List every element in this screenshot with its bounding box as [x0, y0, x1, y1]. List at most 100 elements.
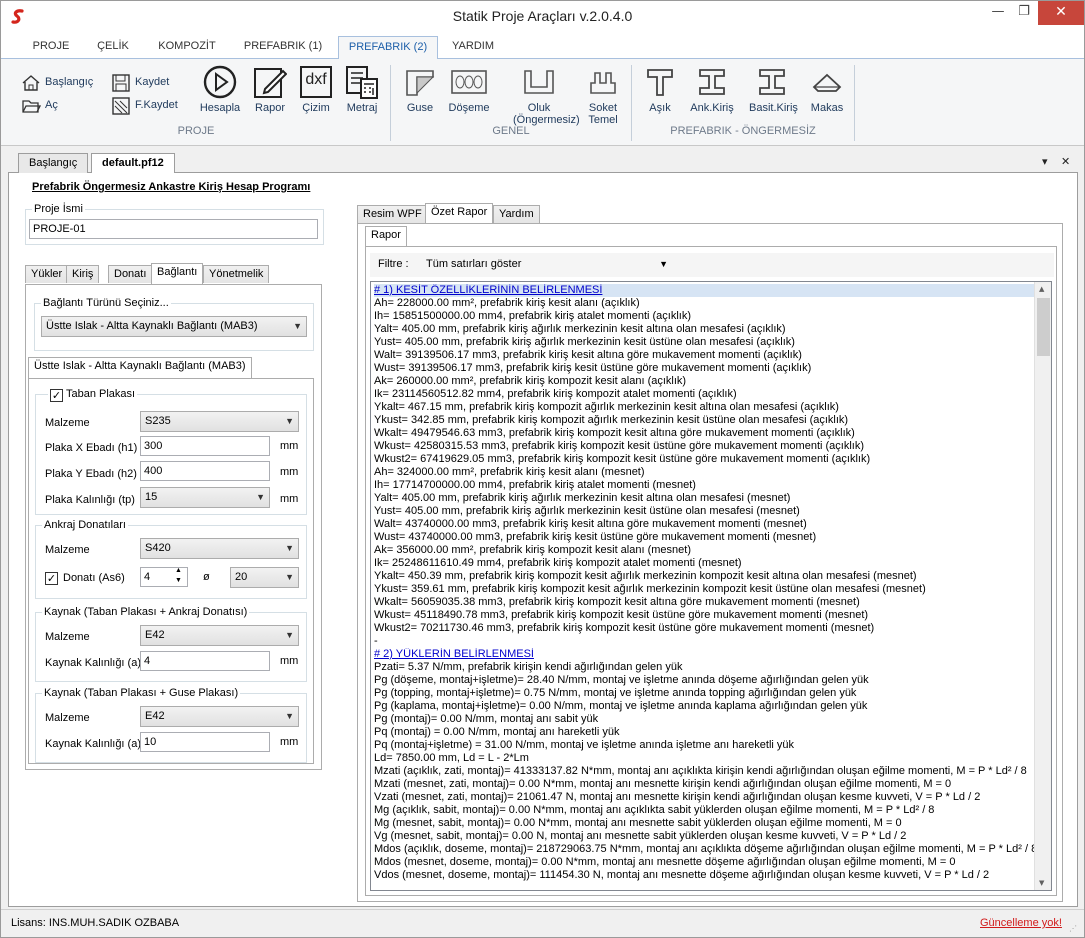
- inner-tab-strip: Üstte Islak - Altta Kaynaklı Bağlantı (M…: [28, 357, 268, 378]
- rapor-button[interactable]: Rapor: [253, 65, 287, 123]
- ac-button[interactable]: Aç: [21, 96, 81, 114]
- tab-resim-wpf[interactable]: Resim WPF: [357, 205, 428, 223]
- guse-button[interactable]: Guse: [405, 67, 435, 125]
- kaydet-button[interactable]: Kaydet: [111, 73, 185, 92]
- hesapla-button[interactable]: Hesapla: [200, 65, 240, 123]
- report-line: Pg (kaplama, montaj+işletme)= 0.00 N/mm,…: [374, 700, 868, 712]
- report-line: Mdos (mesnet, doseme, montaj)= 0.00 N*mm…: [374, 856, 956, 868]
- report-line: Mg (mesnet, sabit, montaj)= 0.00 N*mm, m…: [374, 817, 902, 829]
- kaynak1-malzeme-select[interactable]: E42 ▼: [140, 625, 299, 646]
- doc-tab-default[interactable]: default.pf12: [91, 153, 175, 174]
- save-icon: [112, 74, 130, 92]
- tab-mab3[interactable]: Üstte Islak - Altta Kaynaklı Bağlantı (M…: [28, 357, 252, 378]
- minimize-button[interactable]: —: [985, 1, 1011, 25]
- report-line: Wkust2= 67419629.05 mm3, prefabrik kiriş…: [374, 453, 871, 465]
- close-tab-icon[interactable]: ✕: [1061, 155, 1070, 168]
- scroll-thumb[interactable]: [1037, 298, 1050, 356]
- makas-button[interactable]: Makas: [811, 67, 843, 125]
- tab-yardim[interactable]: Yardım: [493, 205, 540, 223]
- report-scrollbar[interactable]: ▲ ▼: [1034, 282, 1051, 890]
- tab-donati[interactable]: Donatı: [108, 265, 153, 283]
- report-line: Wust= 39139506.17 mm3, prefabrik kiriş k…: [374, 362, 812, 374]
- ribbon-tab-prefabrik-1[interactable]: PREFABRIK (1): [235, 36, 331, 59]
- donati-checkbox[interactable]: ✓: [45, 572, 58, 585]
- calculator-icon: [346, 66, 378, 99]
- report-line: Wkust= 45118490.78 mm3, prefabrik kiriş …: [374, 609, 869, 621]
- tab-yukler[interactable]: Yükler: [25, 265, 69, 283]
- asik-button[interactable]: Aşık: [647, 67, 673, 125]
- scroll-down-icon[interactable]: ▼: [1039, 879, 1044, 887]
- chevron-down-icon: ▼: [285, 416, 294, 426]
- proje-isim-input[interactable]: PROJE-01: [29, 219, 318, 239]
- kaynak2-malzeme-select[interactable]: E42 ▼: [140, 706, 299, 727]
- scroll-up-icon[interactable]: ▲: [1039, 285, 1044, 293]
- report-line: Wust= 43740000.00 mm3, prefabrik kiriş k…: [374, 531, 817, 543]
- ribbon-tab-prefabrik-2[interactable]: PREFABRIK (2): [338, 36, 438, 60]
- taban-plakasi-checkbox[interactable]: ✓: [50, 389, 63, 402]
- report-line: Pq (montaj) = 0.00 N/mm, montaj anı hare…: [374, 726, 620, 738]
- group-label-genel: GENEL: [492, 125, 530, 137]
- maximize-button[interactable]: ❐: [1011, 1, 1037, 25]
- filter-select[interactable]: Tüm satırları göster ▼: [422, 254, 672, 275]
- ankraj-group: Ankraj Donatıları Malzeme S420 ▼ ✓ Donatı…: [35, 519, 307, 599]
- ankraj-malzeme-select[interactable]: S420 ▼: [140, 538, 299, 559]
- document-tabs: Başlangıç default.pf12 ▾ ✕: [8, 151, 1078, 174]
- report-line: Pg (topping, montaj+işletme)= 0.75 N/mm,…: [374, 687, 857, 699]
- group-label-prefabrik: PREFABRIK - ÖNGERMESİZ: [670, 125, 816, 137]
- report-line: Ykust= 342.85 mm, prefabrik kiriş kompoz…: [374, 414, 849, 426]
- tab-yonetmelik[interactable]: Yönetmelik: [203, 265, 270, 283]
- proje-isim-group: Proje İsmi PROJE-01: [25, 203, 324, 245]
- report-line: Yust= 405.00 mm, prefabrik kiriş ağırlık…: [374, 505, 800, 517]
- report-line: Mzati (mesnet, zati, montaj)= 0.00 N*mm,…: [374, 778, 952, 790]
- kaynak1-group: Kaynak (Taban Plakası + Ankraj Donatısı)…: [35, 606, 307, 682]
- report-line: Walt= 39139506.17 mm3, prefabrik kiriş k…: [374, 349, 802, 361]
- doc-tab-baslangic[interactable]: Başlangıç: [18, 153, 89, 173]
- kaynak2-group: Kaynak (Taban Plakası + Guse Plakası) Ma…: [35, 687, 307, 763]
- tab-kiris[interactable]: Kiriş: [66, 265, 100, 283]
- donati-cap-select[interactable]: 20 ▼: [230, 567, 299, 588]
- oluk-button[interactable]: Oluk (Öngermesiz): [513, 67, 580, 126]
- ribbon-tab-yardim[interactable]: YARDIM: [444, 36, 502, 59]
- close-window-button[interactable]: ✕: [1038, 1, 1084, 25]
- report-line: Ld= 7850.00 mm, Ld = L - 2*Lm: [374, 752, 529, 764]
- tab-ozet-rapor[interactable]: Özet Rapor: [425, 203, 494, 224]
- ribbon-tab-celik[interactable]: ÇELİK: [87, 36, 139, 59]
- cizim-button[interactable]: dxf Çizim: [299, 65, 333, 123]
- ank-kiris-button[interactable]: Ank.Kiriş: [690, 67, 734, 125]
- kaynak2-kalinlik-input[interactable]: 10: [140, 732, 270, 752]
- report-line: Ih= 15851500000.00 mm4, prefabrik kiriş …: [374, 310, 692, 322]
- slab-icon: [451, 70, 487, 94]
- doseme-button[interactable]: Döşeme: [449, 67, 489, 125]
- report-line: Mg (açıklık, sabit, montaj)= 0.00 N*mm, …: [374, 804, 935, 816]
- resize-grip-icon[interactable]: ⋰: [1069, 924, 1077, 933]
- baslangic-button[interactable]: Başlangıç: [21, 73, 105, 91]
- report-line: Ykust= 359.61 mm, prefabrik kiriş kompoz…: [374, 583, 926, 595]
- report-line: Ah= 228000.00 mm², prefabrik kiriş kesit…: [374, 297, 640, 309]
- home-icon: [22, 75, 40, 91]
- fkaydet-button[interactable]: F.Kaydet: [111, 96, 191, 115]
- report-line: Wkalt= 49479546.63 mm3, prefabrik kiriş …: [374, 427, 855, 439]
- ribbon-tab-proje[interactable]: PROJE: [23, 36, 79, 59]
- report-line: Mzati (açıklık, zati, montaj)= 41333137.…: [374, 765, 1027, 777]
- tab-list-dropdown-icon[interactable]: ▾: [1042, 155, 1048, 168]
- right-tab-strip: Resim WPF Özet Rapor Yardım: [357, 203, 557, 224]
- guse-icon: [406, 70, 435, 96]
- plaka-y-input[interactable]: 400: [140, 461, 270, 481]
- metraj-button[interactable]: Metraj: [345, 65, 379, 123]
- ribbon-tab-kompozit[interactable]: KOMPOZİT: [149, 36, 225, 59]
- basit-kiris-button[interactable]: Basit.Kiriş: [749, 67, 798, 125]
- report-line: Wkalt= 56059035.38 mm3, prefabrik kiriş …: [374, 596, 860, 608]
- baglanti-turu-select[interactable]: Üstte Islak - Altta Kaynaklı Bağlantı (M…: [41, 316, 307, 337]
- tab-baglanti[interactable]: Bağlantı: [151, 263, 204, 284]
- report-output[interactable]: # 1) KESİT ÖZELLİKLERİNİN BELİRLENMESİ Ah…: [370, 281, 1052, 891]
- soket-temel-button[interactable]: Soket Temel: [588, 67, 618, 126]
- baglanti-turu-group: Bağlantı Türünü Seçiniz... Üstte Islak -…: [34, 297, 314, 351]
- kaynak1-kalinlik-input[interactable]: 4: [140, 651, 270, 671]
- plaka-kalinlik-select[interactable]: 15 ▼: [140, 487, 270, 508]
- stepper-arrows-icon[interactable]: ▲ ▼: [175, 566, 182, 586]
- i-beam-icon: [759, 69, 785, 95]
- update-link[interactable]: Güncelleme yok!: [980, 917, 1062, 929]
- tab-rapor[interactable]: Rapor: [365, 226, 407, 247]
- taban-malzeme-select[interactable]: S235 ▼: [140, 411, 299, 432]
- plaka-x-input[interactable]: 300: [140, 436, 270, 456]
